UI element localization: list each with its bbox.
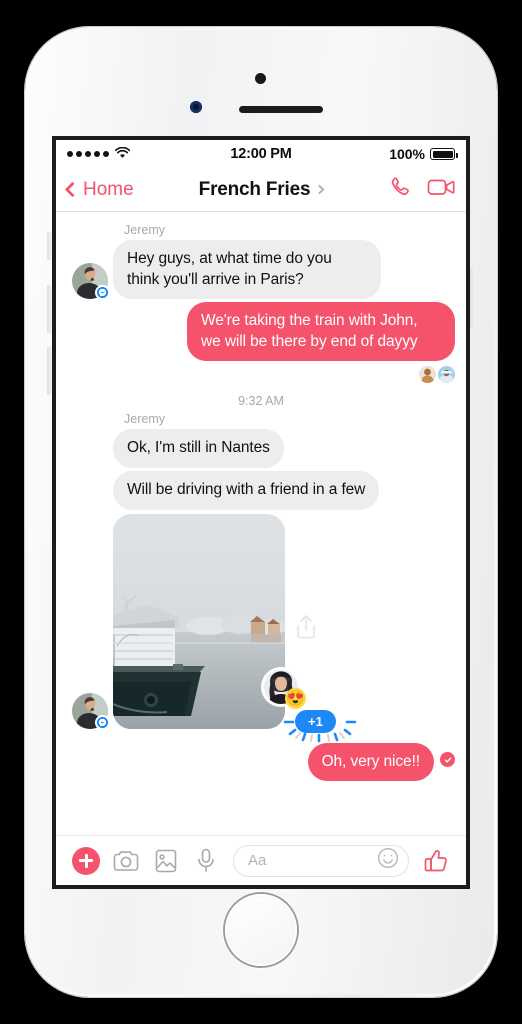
volume-down-button[interactable] [47,347,52,395]
thumbs-up-button[interactable] [416,848,456,874]
camera-button[interactable] [106,850,146,872]
message-row-outgoing: Oh, very nice!! [56,742,466,782]
delivered-check-icon [440,752,455,768]
home-button[interactable] [225,894,297,966]
camera-icon [113,850,139,871]
iphone-device: 12:00 PM 100% Home French Fries Jeremy H… [25,27,497,997]
sender-name-label: Jeremy [124,412,165,427]
earpiece-speaker [239,106,323,113]
message-bubble[interactable]: Will be driving with a friend in a few [113,471,380,510]
back-button-label: Home [83,178,134,200]
message-bubble[interactable]: Ok, I'm still in Nantes [113,429,284,469]
reaction-count-badge[interactable]: +1 [295,709,336,733]
smiley-icon[interactable] [377,847,399,874]
reaction-plus-badge-group: +1 [281,703,359,743]
message-row-incoming: Ok, I'm still in Nantes [56,429,466,469]
video-camera-icon[interactable] [427,176,455,203]
front-camera-icon [255,73,266,84]
phone-screen: 12:00 PM 100% Home French Fries Jeremy H… [56,140,466,885]
read-receipts [56,364,466,384]
avatar[interactable] [72,692,110,730]
message-thread[interactable]: Jeremy Hey guys, at what time do you thi… [56,212,466,835]
navigation-bar: Home French Fries [56,168,466,212]
avatar[interactable] [72,263,110,301]
thumbs-up-icon [424,849,447,871]
status-bar: 12:00 PM 100% [56,140,466,168]
avatar-slot [67,263,113,301]
volume-up-button[interactable] [47,285,52,333]
avatar-slot [67,692,113,730]
read-receipt-avatar[interactable] [438,366,455,384]
messenger-badge-icon [95,714,110,730]
back-to-home-button[interactable]: Home [64,178,134,201]
microphone-icon [198,848,214,872]
message-composer: Aa [56,835,466,885]
reaction-avatar[interactable]: 😍 [261,666,306,709]
read-receipt-avatar[interactable] [419,366,436,384]
message-row-outgoing: We're taking the train with John, we wil… [56,302,466,362]
photo-message[interactable]: 😍 +1 [113,513,357,742]
silent-switch[interactable] [47,232,52,260]
message-bubble[interactable]: Hey guys, at what time do you think you'… [113,240,381,300]
status-bar-clock: 12:00 PM [230,146,292,162]
message-row-incoming: Hey guys, at what time do you think you'… [56,240,466,301]
plus-circle-icon [72,846,100,875]
status-bar-right: 100% [292,146,459,162]
voice-record-button[interactable] [186,848,226,873]
message-input-placeholder: Aa [248,852,267,869]
photo-attachment[interactable] [113,513,285,729]
message-row-incoming: Will be driving with a friend in a few [56,471,466,510]
sender-name-label: Jeremy [124,223,165,237]
chevron-right-icon [314,184,325,195]
chevron-left-icon [64,181,81,198]
status-bar-left [67,146,230,162]
photo-gallery-icon [155,849,177,872]
proximity-sensor-icon [190,101,202,113]
battery-icon [430,148,459,160]
thread-timestamp: 9:32 AM [238,394,284,409]
message-bubble[interactable]: Oh, very nice!! [307,742,434,782]
signal-strength-icon [67,151,109,157]
message-row-photo: 😍 +1 [56,513,466,742]
add-attachment-button[interactable] [66,846,106,875]
nav-actions [388,175,455,205]
gallery-button[interactable] [146,849,186,873]
share-upload-icon[interactable] [295,614,317,645]
message-input[interactable]: Aa [233,844,409,877]
power-button[interactable] [470,267,475,329]
message-bubble[interactable]: We're taking the train with John, we wil… [187,302,455,362]
battery-percent-label: 100% [389,146,426,162]
conversation-title: French Fries [198,178,311,200]
phone-icon[interactable] [388,175,413,205]
wifi-icon [114,146,131,162]
messenger-badge-icon [95,285,110,301]
